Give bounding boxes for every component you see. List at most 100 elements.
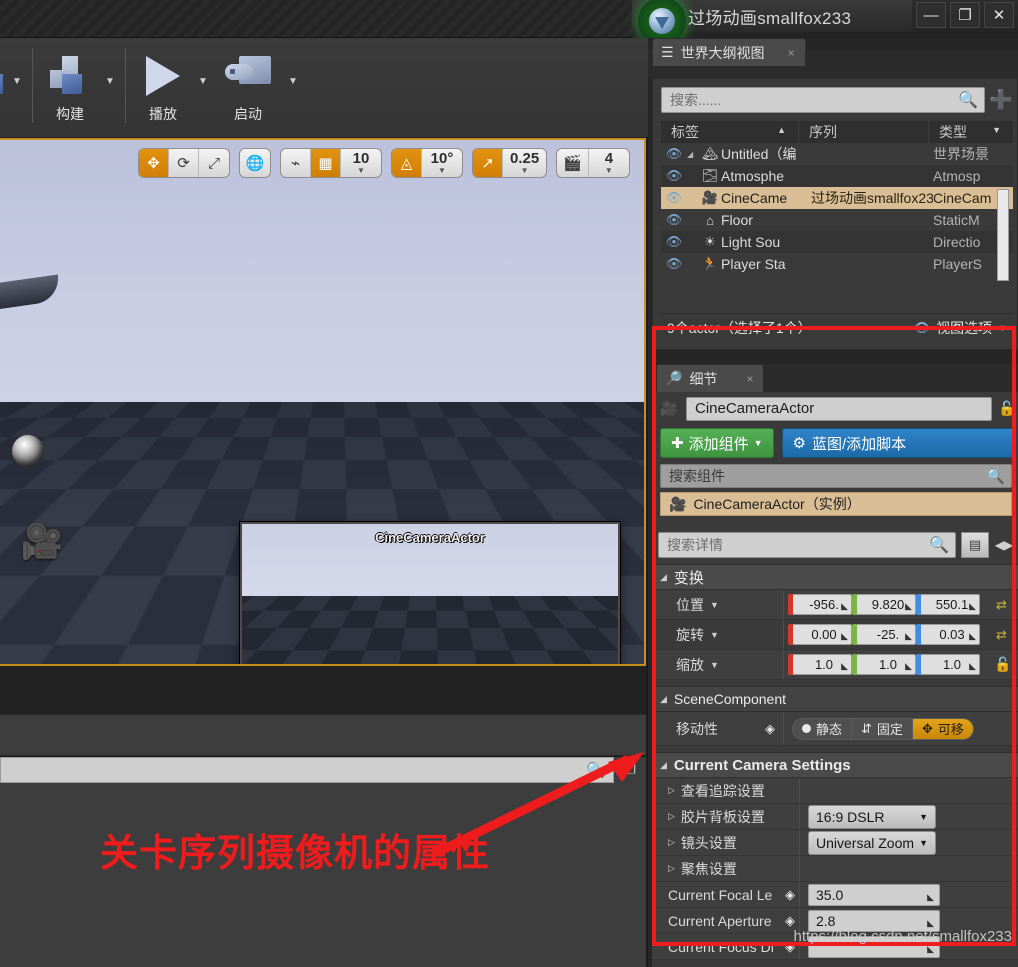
filmback-label[interactable]: ▷ 胶片背板设置: [652, 804, 800, 829]
camera-speed-icon[interactable]: 🎬: [557, 149, 589, 177]
maximize-viewport-icon[interactable]: ❐: [639, 152, 645, 174]
toolbar-launch-button[interactable]: 启动: [212, 44, 284, 132]
grid-icon[interactable]: ▦: [311, 149, 341, 177]
location-z-input[interactable]: 550.1 ◣: [916, 594, 980, 615]
cine-camera-gizmo-icon[interactable]: 🎥: [18, 518, 66, 566]
reset-arrows-icon-location[interactable]: ⇄: [996, 597, 1007, 613]
outliner-search-input[interactable]: 搜索...... 🔍: [661, 87, 985, 113]
location-y-input[interactable]: 9.820 ◣: [852, 594, 916, 615]
chevron-down-icon-launch[interactable]: ▼: [284, 44, 302, 132]
level-viewport[interactable]: 🎥 ✥ ⟳ ⤢ 🌐 ⌁ ▦ 10 ▼ ◬ 10° ▼ ↗ 0.25 ▼ 🎬 4 …: [0, 138, 646, 666]
keyframe-icon-mobility[interactable]: ◈: [765, 721, 775, 737]
details-search-input[interactable]: 搜索详情 🔍: [658, 532, 956, 558]
expand-arrows-icon[interactable]: ◀▶: [994, 538, 1014, 552]
tab-details[interactable]: 🔎 细节 ×: [656, 364, 765, 392]
actor-name-value: CineCameraActor: [695, 400, 815, 417]
rotation-x-input[interactable]: 0.00 ◣: [788, 624, 852, 645]
column-header-sequence[interactable]: 序列: [799, 121, 929, 143]
category-header-camera-settings[interactable]: ◢ Current Camera Settings: [652, 752, 1018, 778]
add-component-button[interactable]: ✚ 添加组件 ▼: [660, 428, 774, 458]
focal-length-input[interactable]: 35.0 ◣: [808, 883, 940, 906]
table-row[interactable]: 👁 ◢ 🏔 Untitled（编 世界场景: [661, 143, 1013, 165]
lock-open-icon-scale[interactable]: 🔓: [994, 656, 1011, 673]
mobility-movable-button[interactable]: ✥ 可移: [912, 718, 973, 739]
focus-label[interactable]: ▷ 聚焦设置: [652, 856, 800, 881]
mobility-stationary-button[interactable]: ⇵ 固定: [852, 718, 913, 739]
tab-world-outliner[interactable]: ☰ 世界大纲视图 ×: [652, 38, 806, 66]
location-x-input[interactable]: -956. ◣: [788, 594, 852, 615]
table-row[interactable]: 👁 ☀ Light Sou Directio: [661, 231, 1013, 253]
keyframe-icon-focal-length[interactable]: ◈: [785, 887, 795, 903]
filmback-preset-dropdown[interactable]: 16:9 DSLR ▼: [808, 804, 936, 829]
angle-snap-value[interactable]: 10° ▼: [422, 149, 462, 177]
details-info-icon: 🔎: [665, 370, 683, 386]
column-header-label[interactable]: 标签 ▲: [661, 121, 799, 143]
rotation-z-input[interactable]: 0.03 ◣: [916, 624, 980, 645]
component-list-item[interactable]: 🎥 CineCameraActor（实例）: [660, 492, 1012, 516]
chevron-down-icon-play[interactable]: ▼: [194, 44, 212, 132]
angle-icon[interactable]: ◬: [392, 149, 422, 177]
blueprint-add-script-button[interactable]: ⚙ 蓝图/添加脚本: [781, 428, 1014, 458]
close-button[interactable]: ✕: [984, 2, 1014, 28]
spinner-icon: ◣: [969, 601, 976, 611]
scale-snap-icon[interactable]: ↗: [473, 149, 503, 177]
eye-icon[interactable]: 👁: [661, 234, 687, 250]
grid-view-icon[interactable]: ▤: [961, 532, 989, 558]
mobility-label-text: 移动性: [676, 720, 718, 737]
expand-triangle-icon[interactable]: ◢: [687, 150, 699, 159]
move-tool-icon[interactable]: ✥: [139, 149, 169, 177]
cine-camera-icon-component: 🎥: [669, 495, 687, 512]
toolbar-cinematics-button[interactable]: 画: [0, 44, 8, 132]
view-options-button[interactable]: 👁 视图选项 ▼: [914, 318, 1007, 338]
spinner-icon: ◣: [841, 631, 848, 641]
eye-icon[interactable]: 👁: [661, 212, 687, 228]
eye-icon[interactable]: 👁: [661, 146, 687, 162]
scale-x-input[interactable]: 1.0 ◣: [788, 654, 852, 675]
camera-speed-value[interactable]: 4 ▼: [589, 149, 629, 177]
component-search-input[interactable]: 搜索组件 🔍: [660, 464, 1012, 488]
toolbar-build-button[interactable]: 构建: [39, 44, 101, 132]
category-header-transform[interactable]: ◢ 变换: [652, 564, 1018, 590]
eye-icon[interactable]: 👁: [661, 256, 687, 272]
aperture-label: Current Aperture ◈: [652, 908, 800, 933]
add-actor-icon[interactable]: ➕: [989, 87, 1013, 113]
eye-icon[interactable]: 👁: [661, 190, 687, 206]
lens-label[interactable]: ▷ 镜头设置: [652, 830, 800, 855]
close-icon-details-tab[interactable]: ×: [746, 372, 753, 386]
outliner-scrollbar[interactable]: [997, 189, 1009, 281]
scale-z-input[interactable]: 1.0 ◣: [916, 654, 980, 675]
actor-name-input[interactable]: CineCameraActor: [686, 396, 992, 421]
keyframe-icon-aperture[interactable]: ◈: [785, 913, 795, 929]
row-label: Untitled（编: [721, 146, 797, 162]
rotate-tool-icon[interactable]: ⟳: [169, 149, 199, 177]
scale-tool-icon[interactable]: ⤢: [199, 149, 229, 177]
view-tracking-label[interactable]: ▷ 查看追踪设置: [652, 778, 800, 803]
close-icon-outliner-tab[interactable]: ×: [788, 46, 795, 60]
table-row[interactable]: 👁 🏃 Player Sta PlayerS: [661, 253, 1013, 275]
table-row-selected[interactable]: 👁 🎥 CineCame 过场动画smallfox23 CineCam: [661, 187, 1013, 209]
location-label[interactable]: 位置 ▼: [652, 590, 784, 619]
lens-preset-dropdown[interactable]: Universal Zoom ▼: [808, 830, 936, 855]
column-header-type[interactable]: 类型 ▼: [929, 121, 1013, 143]
minimize-button[interactable]: —: [916, 2, 946, 28]
rotation-y-input[interactable]: -25. ◣: [852, 624, 916, 645]
category-header-scene-component[interactable]: ◢ SceneComponent: [652, 686, 1018, 712]
chevron-down-icon-build[interactable]: ▼: [101, 44, 119, 132]
lock-open-icon-details[interactable]: 🔓: [998, 400, 1015, 417]
rotation-label[interactable]: 旋转 ▼: [652, 620, 784, 649]
mobility-static-button[interactable]: 静态: [793, 718, 853, 739]
eye-icon[interactable]: 👁: [661, 168, 687, 184]
surface-snap-icon[interactable]: ⌁: [281, 149, 311, 177]
view-options-label: 视图选项: [936, 319, 993, 336]
table-row[interactable]: 👁 🌫 Atmosphe Atmosp: [661, 165, 1013, 187]
toolbar-play-button[interactable]: 播放: [132, 44, 194, 132]
scale-label[interactable]: 缩放 ▼: [652, 650, 784, 679]
maximize-button[interactable]: ❐: [950, 2, 980, 28]
table-row[interactable]: 👁 ⌂ Floor StaticM: [661, 209, 1013, 231]
scale-y-input[interactable]: 1.0 ◣: [852, 654, 916, 675]
grid-snap-value[interactable]: 10 ▼: [341, 149, 381, 177]
globe-icon[interactable]: 🌐: [239, 148, 271, 178]
scale-snap-value[interactable]: 0.25 ▼: [503, 149, 546, 177]
camera-preview-panel[interactable]: CineCameraActor 🎥 胶片背板预设：16:9 DSLR | 缩放：…: [240, 522, 620, 664]
reset-arrows-icon-rotation[interactable]: ⇄: [996, 627, 1007, 643]
